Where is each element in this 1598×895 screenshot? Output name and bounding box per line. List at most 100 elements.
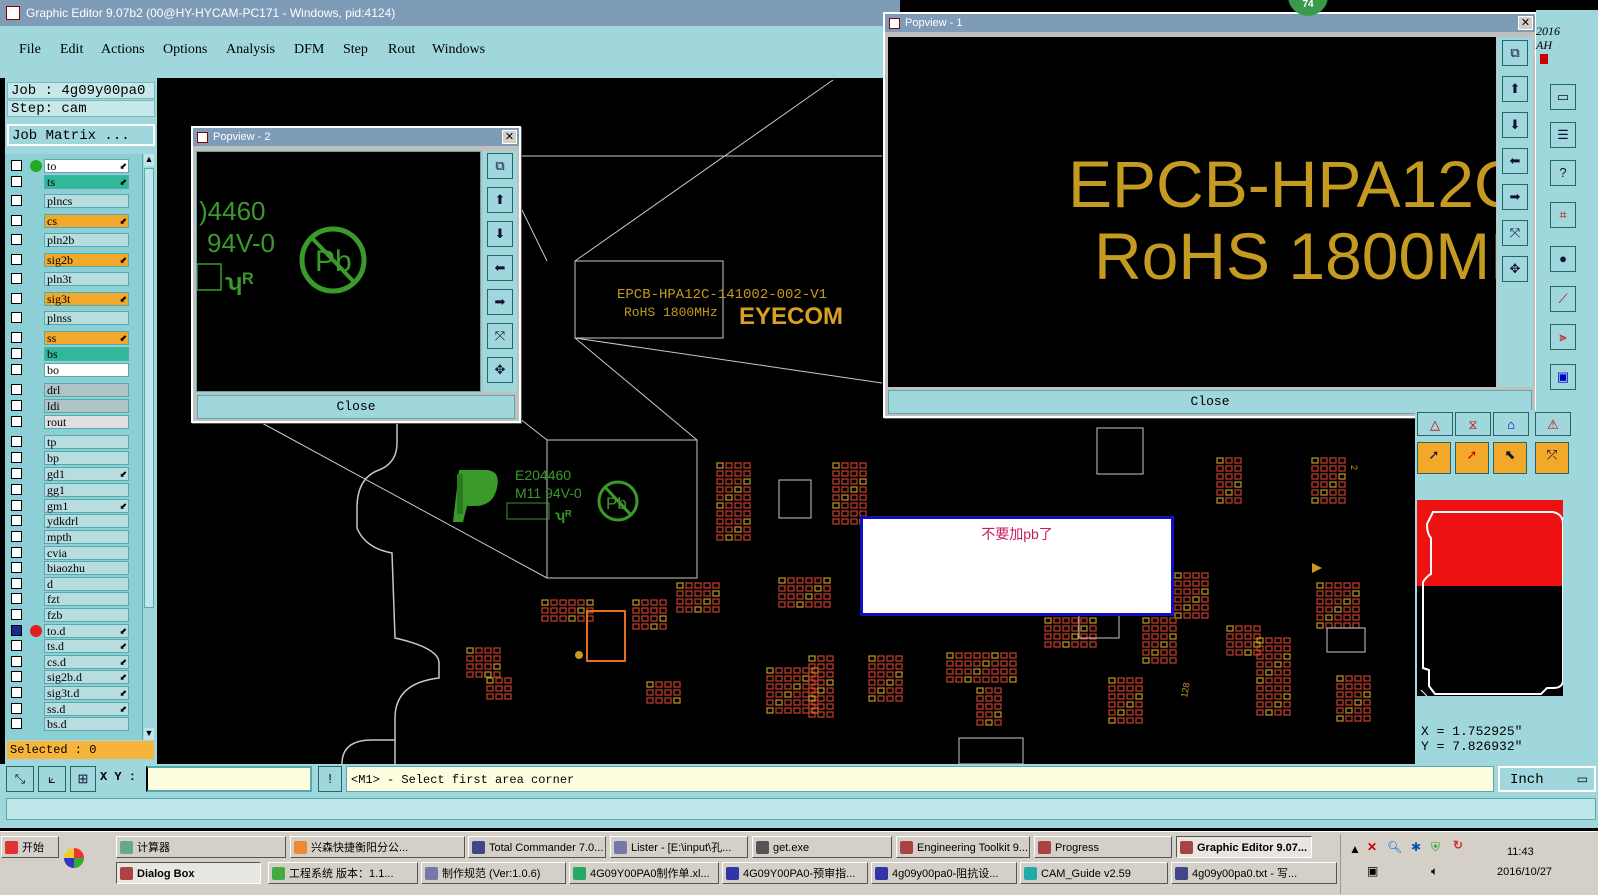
popview-2-view[interactable]: )4460 94V-0 ʮᴿ Pb	[196, 151, 481, 392]
taskbar-item[interactable]: Lister - [E:\input\孔...	[610, 836, 748, 858]
layer-row[interactable]: to.d ⬋	[11, 624, 129, 638]
measure-icon[interactable]: ⟀	[38, 766, 66, 792]
tool-shape-3-icon[interactable]: ⌂	[1493, 412, 1529, 436]
layer-row[interactable]: gg1	[11, 483, 129, 497]
layer-checkbox[interactable]	[11, 364, 22, 375]
taskbar-item[interactable]: 制作规范 (Ver:1.0.6)	[421, 862, 566, 884]
layer-row[interactable]: cs ⬋	[11, 214, 129, 228]
layer-row[interactable]: fzb	[11, 608, 129, 622]
layer-row[interactable]: sig2b.d ⬋	[11, 670, 129, 684]
layer-name[interactable]: gd1	[44, 467, 129, 481]
grid-icon[interactable]: ⊞	[70, 766, 96, 792]
annotation-note[interactable]: 不要加pb了	[860, 516, 1174, 616]
edge-help-icon[interactable]: ?	[1550, 160, 1576, 186]
layer-name[interactable]: sig2b	[44, 253, 129, 267]
quick-launch-icon[interactable]	[64, 848, 84, 868]
layer-checkbox[interactable]	[11, 484, 22, 495]
layer-name[interactable]: mpth	[44, 530, 129, 544]
menu-file[interactable]: File	[19, 42, 41, 58]
layer-name[interactable]: sig3t.d	[44, 686, 129, 700]
layer-checkbox[interactable]	[11, 515, 22, 526]
layer-name[interactable]: to.d	[44, 624, 129, 638]
layer-checkbox[interactable]	[11, 609, 22, 620]
menu-rout[interactable]: Rout	[388, 42, 415, 58]
layer-row[interactable]: bp	[11, 451, 129, 465]
menu-analysis[interactable]: Analysis	[226, 42, 275, 58]
select-arrow-icon[interactable]: ➚	[1417, 442, 1451, 474]
layer-checkbox[interactable]	[11, 531, 22, 542]
pv1-pan-down-icon[interactable]: ⬇	[1502, 112, 1528, 138]
layer-row[interactable]: pln2b	[11, 233, 129, 247]
layer-row[interactable]: tp	[11, 435, 129, 449]
start-button[interactable]: 开始	[1, 836, 59, 858]
layer-row[interactable]: cs.d ⬋	[11, 655, 129, 669]
taskbar-item[interactable]: 4g09y00pa0.txt - 写...	[1171, 862, 1337, 884]
layer-checkbox[interactable]	[11, 400, 22, 411]
layer-checkbox[interactable]	[11, 348, 22, 359]
pv1-split-icon[interactable]: ⧉	[1502, 40, 1528, 66]
layer-row[interactable]: fzt	[11, 592, 129, 606]
taskbar-item[interactable]: 计算器	[116, 836, 286, 858]
layer-checkbox[interactable]	[11, 640, 22, 651]
layer-checkbox[interactable]	[11, 718, 22, 729]
layer-name[interactable]: gg1	[44, 483, 129, 497]
layer-name[interactable]: bp	[44, 451, 129, 465]
layer-checkbox[interactable]	[11, 703, 22, 714]
edge-snap-icon[interactable]: ⌗	[1550, 202, 1576, 228]
layer-name[interactable]: fzt	[44, 592, 129, 606]
taskbar-item[interactable]: Graphic Editor 9.07...	[1176, 836, 1312, 858]
layer-row[interactable]: rout	[11, 415, 129, 429]
edge-record-icon[interactable]: ●	[1550, 246, 1576, 272]
zoom-fit-icon[interactable]: ⤡	[6, 766, 34, 792]
tray-network-icon[interactable]: ▲	[1349, 842, 1361, 856]
alert-icon[interactable]: !	[318, 766, 342, 792]
edge-layers-icon[interactable]: ▣	[1550, 364, 1576, 390]
layer-checkbox[interactable]	[11, 254, 22, 265]
taskbar-item[interactable]: get.exe	[752, 836, 892, 858]
layer-name[interactable]: d	[44, 577, 129, 591]
taskbar-item[interactable]: 4G09Y00PA0-预审指...	[722, 862, 868, 884]
select-net-icon[interactable]: ⤱	[1535, 442, 1569, 474]
layer-name[interactable]: bo	[44, 363, 129, 377]
layer-name[interactable]: rout	[44, 415, 129, 429]
pv1-pan-right-icon[interactable]: ➡	[1502, 184, 1528, 210]
command-field[interactable]	[6, 798, 1596, 820]
layer-name[interactable]: ss.d	[44, 702, 129, 716]
pv1-zoom-out-icon[interactable]: ✥	[1502, 256, 1528, 282]
layer-name[interactable]: ts	[44, 175, 129, 189]
layer-checkbox[interactable]	[11, 593, 22, 604]
layer-row[interactable]: gm1 ⬋	[11, 499, 129, 513]
layer-name[interactable]: cs	[44, 214, 129, 228]
layer-row[interactable]: pln3t	[11, 272, 129, 286]
layer-name[interactable]: gm1	[44, 499, 129, 513]
taskbar-item[interactable]: 4G09Y00PA0制作单.xl...	[569, 862, 719, 884]
layer-row[interactable]: mpth	[11, 530, 129, 544]
layer-checkbox[interactable]	[11, 671, 22, 682]
tray-bluetooth-icon[interactable]: ✱	[1411, 840, 1421, 854]
layer-row[interactable]: ss.d ⬋	[11, 702, 129, 716]
menu-step[interactable]: Step	[343, 42, 368, 58]
layer-checkbox[interactable]	[11, 547, 22, 558]
tray-refresh-icon[interactable]: ↻	[1453, 838, 1463, 852]
layer-row[interactable]: bo	[11, 363, 129, 377]
menu-options[interactable]: Options	[163, 42, 207, 58]
taskbar-item[interactable]: 兴森快捷衡阳分公...	[290, 836, 465, 858]
layer-checkbox[interactable]	[11, 293, 22, 304]
layer-name[interactable]: ldi	[44, 399, 129, 413]
layer-checkbox[interactable]	[11, 160, 22, 171]
pv2-zoom-out-icon[interactable]: ✥	[487, 357, 513, 383]
menu-dfm[interactable]: DFM	[294, 42, 324, 58]
layer-name[interactable]: bs.d	[44, 717, 129, 731]
clock-date[interactable]: 2016/10/27	[1497, 866, 1552, 878]
tray-shield-icon[interactable]: ⛨	[1431, 840, 1440, 855]
layer-checkbox[interactable]	[11, 468, 22, 479]
layer-name[interactable]: pln2b	[44, 233, 129, 247]
layer-checkbox[interactable]	[11, 384, 22, 395]
layer-row[interactable]: cvia	[11, 546, 129, 560]
layer-row[interactable]: ydkdrl	[11, 514, 129, 528]
xy-input[interactable]	[146, 766, 312, 792]
layer-checkbox[interactable]	[11, 234, 22, 245]
layer-name[interactable]: cs.d	[44, 655, 129, 669]
layer-name[interactable]: drl	[44, 383, 129, 397]
layer-row[interactable]: ts ⬋	[11, 175, 129, 189]
